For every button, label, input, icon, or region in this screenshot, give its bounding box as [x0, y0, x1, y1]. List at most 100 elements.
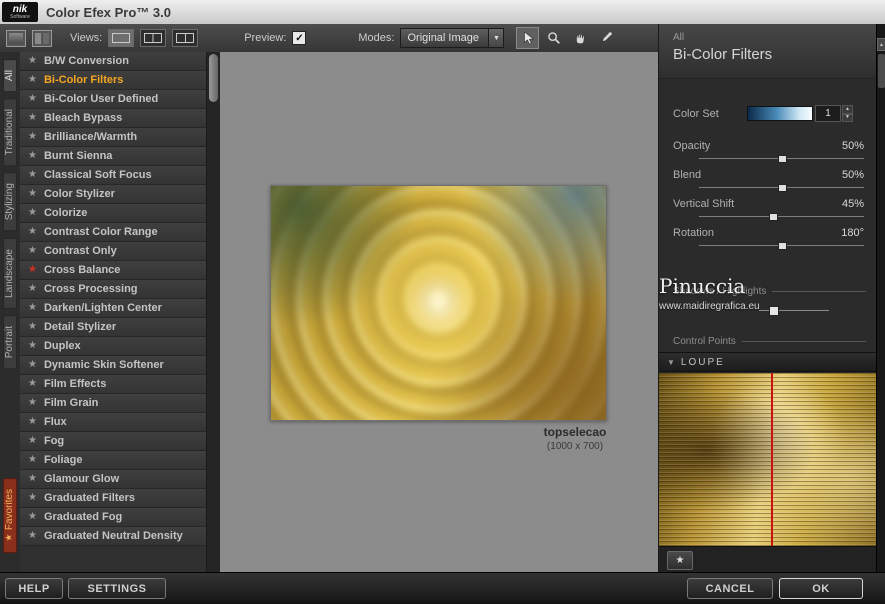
filter-star-icon[interactable]: ★ [28, 189, 37, 199]
filter-list-scroll-thumb[interactable] [209, 54, 218, 102]
cancel-button[interactable]: CANCEL [687, 578, 773, 599]
filter-row[interactable]: ★ Cross Balance [20, 261, 207, 280]
filter-star-icon[interactable]: ★ [28, 398, 37, 408]
filter-name: Duplex [43, 340, 81, 352]
modes-dropdown[interactable]: Original Image ▼ [400, 28, 505, 48]
filter-star-icon[interactable]: ★ [28, 303, 37, 313]
select-tool-button[interactable] [516, 27, 540, 49]
filter-row[interactable]: ★ Bleach Bypass [20, 109, 207, 128]
zoom-tool-button[interactable] [542, 27, 565, 49]
filter-star-icon[interactable]: ★ [28, 56, 37, 66]
filter-star-icon[interactable]: ★ [28, 493, 37, 503]
thumbnail-view-icon[interactable] [6, 29, 26, 47]
filter-row[interactable]: ★ Darken/Lighten Center [20, 299, 207, 318]
pan-tool-button[interactable] [568, 27, 591, 49]
filter-star-icon[interactable]: ★ [28, 436, 37, 446]
filter-star-icon[interactable]: ★ [28, 379, 37, 389]
filter-row[interactable]: ★ Graduated Neutral Density [20, 527, 207, 546]
shadows-slider-handle[interactable] [769, 306, 779, 316]
nik-logo-subtext: Software [10, 13, 30, 20]
filter-row[interactable]: ★ Foliage [20, 451, 207, 470]
filter-star-icon[interactable]: ★ [28, 94, 37, 104]
filter-star-icon[interactable]: ★ [28, 417, 37, 427]
filter-star-icon[interactable]: ★ [28, 265, 37, 275]
slider-handle[interactable] [777, 242, 787, 250]
loupe-header[interactable]: ▼ LOUPE [659, 352, 876, 372]
slider-value: 50% [841, 140, 864, 152]
side-by-side-view-button[interactable] [172, 29, 199, 47]
slider-handle[interactable] [777, 184, 787, 192]
filter-row[interactable]: ★ Glamour Glow [20, 470, 207, 489]
filter-star-icon[interactable]: ★ [28, 113, 37, 123]
filter-row[interactable]: ★ Contrast Only [20, 242, 207, 261]
split-view-button[interactable] [140, 29, 167, 47]
stepper-down-button[interactable]: ▼ [842, 113, 853, 122]
color-set-swatch[interactable] [747, 106, 813, 121]
filter-row[interactable]: ★ Brilliance/Warmth [20, 128, 207, 147]
filter-star-icon[interactable]: ★ [28, 474, 37, 484]
filter-star-icon[interactable]: ★ [28, 227, 37, 237]
tab-stylizing[interactable]: Stylizing [3, 172, 17, 232]
preview-checkbox[interactable]: ✓ [292, 31, 307, 45]
filter-row[interactable]: ★ Duplex [20, 337, 207, 356]
settings-button[interactable]: SETTINGS [68, 578, 166, 599]
shadows-slider-track[interactable] [759, 306, 829, 316]
filter-star-icon[interactable]: ★ [28, 360, 37, 370]
ok-button[interactable]: OK [779, 578, 863, 599]
filter-row[interactable]: ★ Burnt Sienna [20, 147, 207, 166]
filter-star-icon[interactable]: ★ [28, 284, 37, 294]
filter-row[interactable]: ★ Fog [20, 432, 207, 451]
slider-label: Blend [673, 169, 702, 181]
filter-row[interactable]: ★ Graduated Fog [20, 508, 207, 527]
filter-star-icon[interactable]: ★ [28, 531, 37, 541]
filter-star-icon[interactable]: ★ [28, 151, 37, 161]
filter-row[interactable]: ★ Film Grain [20, 394, 207, 413]
filter-row[interactable]: ★ Classical Soft Focus [20, 166, 207, 185]
slider-track[interactable] [699, 184, 864, 192]
filter-list-scrollbar[interactable] [206, 52, 220, 572]
slider-track[interactable] [699, 242, 864, 250]
help-button[interactable]: HELP [5, 578, 63, 599]
slider-track[interactable] [699, 155, 864, 163]
filter-star-icon[interactable]: ★ [28, 246, 37, 256]
filter-row[interactable]: ★ Detail Stylizer [20, 318, 207, 337]
filter-row[interactable]: ★ Flux [20, 413, 207, 432]
filter-row[interactable]: ★ Contrast Color Range [20, 223, 207, 242]
filter-row[interactable]: ★ Film Effects [20, 375, 207, 394]
filter-star-icon[interactable]: ★ [28, 512, 37, 522]
filter-row[interactable]: ★ Bi-Color User Defined [20, 90, 207, 109]
slider-handle[interactable] [777, 155, 787, 163]
stepper-up-button[interactable]: ▲ [842, 105, 853, 114]
tab-traditional[interactable]: Traditional [3, 98, 17, 167]
panel-scrollbar[interactable]: ▲ [876, 24, 885, 572]
filter-row[interactable]: ★ Color Stylizer [20, 185, 207, 204]
tab-all[interactable]: All [3, 59, 17, 93]
filter-row[interactable]: ★ Cross Processing [20, 280, 207, 299]
filter-star-icon[interactable]: ★ [28, 170, 37, 180]
filter-row[interactable]: ★ Bi-Color Filters [20, 71, 207, 90]
filter-star-icon[interactable]: ★ [28, 208, 37, 218]
filter-row[interactable]: ★ Graduated Filters [20, 489, 207, 508]
panel-scroll-thumb[interactable] [878, 54, 885, 88]
filter-row[interactable]: ★ Dynamic Skin Softener [20, 356, 207, 375]
tab-landscape[interactable]: Landscape [3, 237, 17, 309]
single-view-button[interactable] [108, 29, 135, 47]
add-favorite-button[interactable]: ★ [667, 551, 693, 570]
eyedropper-tool-button[interactable] [594, 27, 617, 49]
tab-portrait[interactable]: Portrait [3, 314, 17, 369]
preview-image[interactable] [270, 185, 607, 421]
loupe-view[interactable] [659, 373, 876, 546]
slider-row-blend: Blend 50% [659, 167, 876, 196]
filter-star-icon[interactable]: ★ [28, 341, 37, 351]
tab-favorites[interactable]: ★ Favorites [3, 477, 17, 553]
filter-row[interactable]: ★ B/W Conversion [20, 52, 207, 71]
filter-row[interactable]: ★ Colorize [20, 204, 207, 223]
slider-handle[interactable] [769, 213, 779, 221]
filter-star-icon[interactable]: ★ [28, 455, 37, 465]
filter-star-icon[interactable]: ★ [28, 75, 37, 85]
compare-view-icon[interactable] [32, 29, 52, 47]
scroll-up-button[interactable]: ▲ [877, 38, 885, 51]
filter-star-icon[interactable]: ★ [28, 322, 37, 332]
slider-track[interactable] [699, 213, 864, 221]
filter-star-icon[interactable]: ★ [28, 132, 37, 142]
